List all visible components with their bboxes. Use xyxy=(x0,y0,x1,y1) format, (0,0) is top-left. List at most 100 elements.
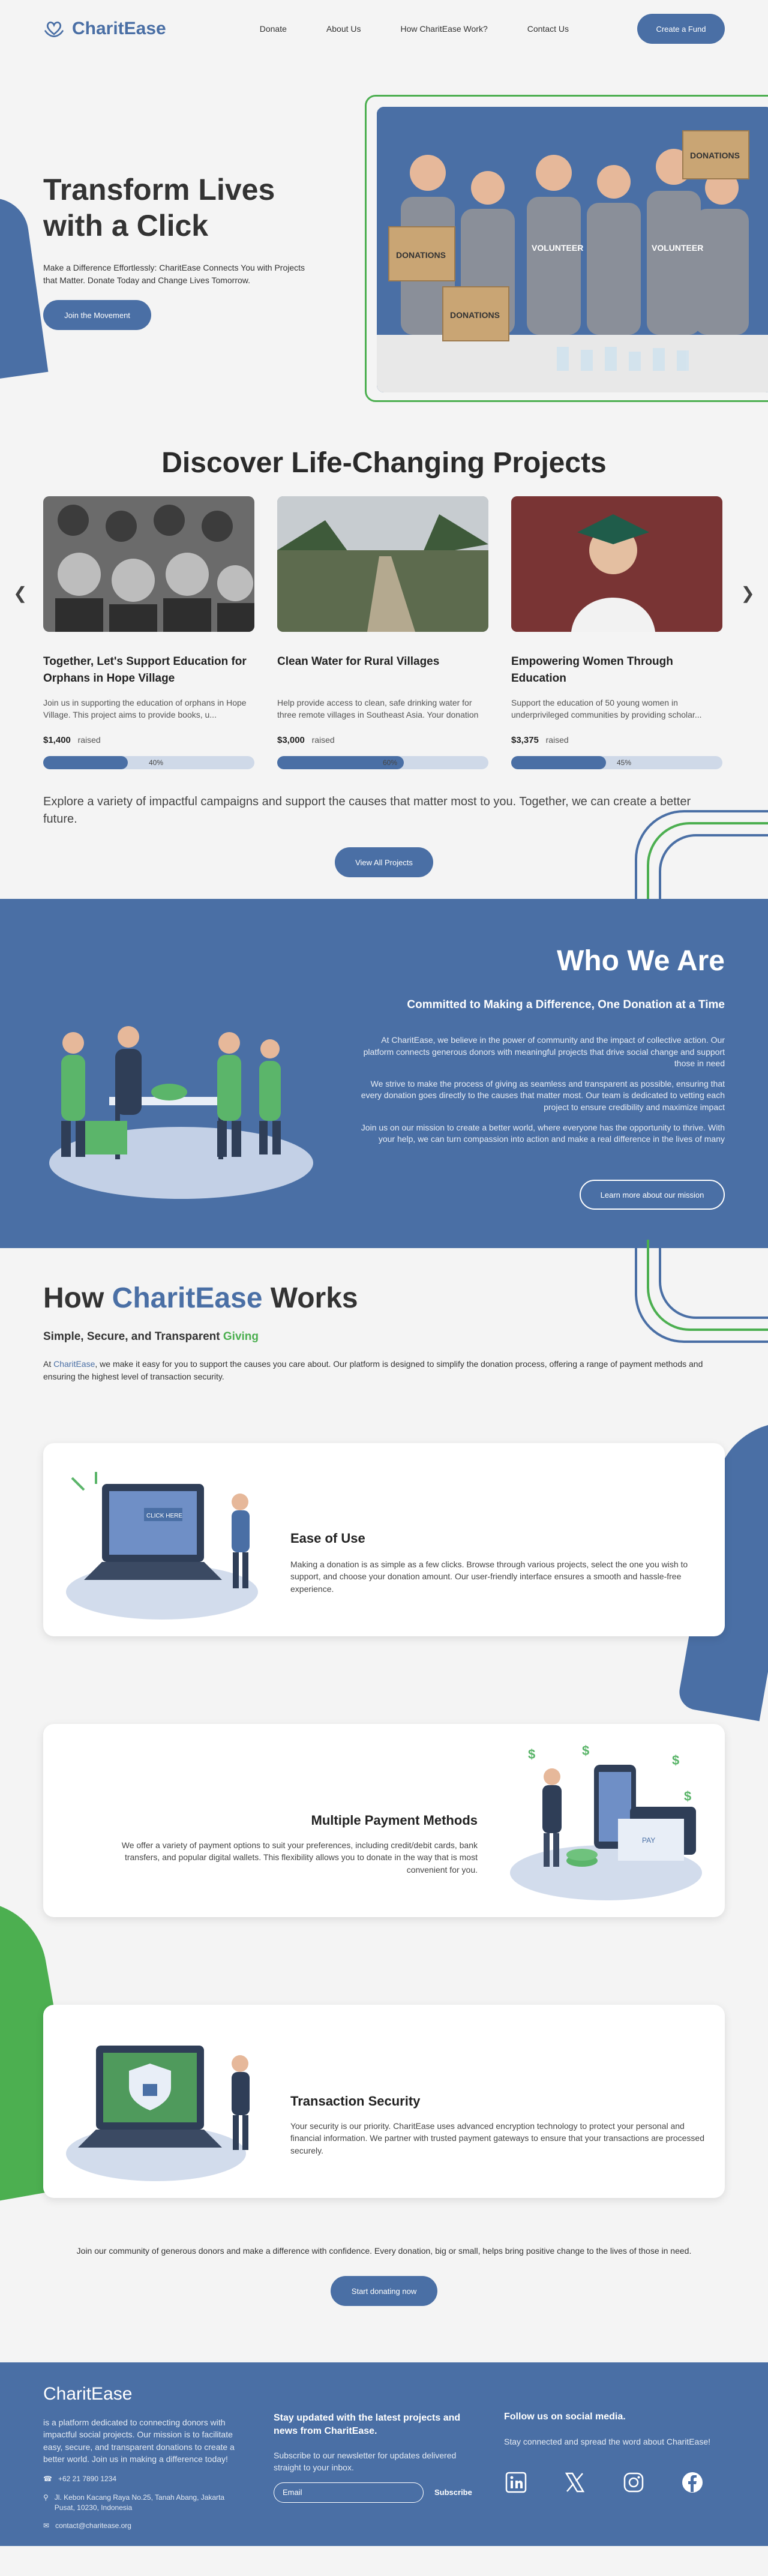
donations-label-1: DONATIONS xyxy=(396,250,446,260)
mail-icon: ✉ xyxy=(43,2521,50,2530)
project-description: Support the education of 50 young women … xyxy=(511,698,702,720)
start-donating-button[interactable]: Start donating now xyxy=(331,2276,437,2306)
feature-card-ease-of-use: CLICK HERE Ease of Use Making a donation… xyxy=(43,1443,725,1636)
nav-donate[interactable]: Donate xyxy=(260,24,287,34)
newsletter-text: Subscribe to our newsletter for updates … xyxy=(274,2451,457,2473)
learn-more-mission-button[interactable]: Learn more about our mission xyxy=(580,1180,725,1210)
hero-volunteers-image: DONATIONS DONATIONS DONATIONS VOLUNTEER … xyxy=(377,107,768,392)
address-text: Jl. Kebon Kacang Raya No.25, Tanah Abang… xyxy=(54,2493,225,2512)
project-description: Join us in supporting the education of o… xyxy=(43,698,247,720)
footer-address: ⚲ Jl. Kebon Kacang Raya No.25, Tanah Aban… xyxy=(43,2493,235,2513)
project-image-women-education xyxy=(511,496,722,632)
project-description: Help provide access to clean, safe drink… xyxy=(277,698,479,720)
logo[interactable]: CharitEase xyxy=(43,18,166,40)
phone-text: +62 21 7890 1234 xyxy=(58,2475,117,2483)
join-community-text: Join our community of generous donors an… xyxy=(76,2246,692,2256)
facebook-icon[interactable] xyxy=(680,2470,704,2494)
footer-phone[interactable]: ☎ +62 21 7890 1234 xyxy=(43,2474,235,2484)
nav-contact-us[interactable]: Contact Us xyxy=(527,24,569,34)
how-intro: At CharitEase, we make it easy for you t… xyxy=(43,1358,703,1383)
project-title: Empowering Women Through Education xyxy=(511,655,673,685)
feature-card-payment-methods: Multiple Payment Methods We offer a vari… xyxy=(43,1724,725,1917)
newsletter-title: Stay updated with the latest projects an… xyxy=(274,2413,461,2436)
linkedin-icon[interactable] xyxy=(504,2470,528,2494)
phone-icon: ☎ xyxy=(43,2475,52,2483)
how-title-suffix: Works xyxy=(270,1282,358,1314)
raised-label: raised xyxy=(311,735,335,745)
project-image-clean-water xyxy=(277,496,488,632)
footer-email[interactable]: ✉ contact@charitease.org xyxy=(43,2521,235,2531)
team-illustration xyxy=(49,1026,313,1199)
project-card[interactable]: Clean Water for Rural Villages Help prov… xyxy=(277,496,488,769)
footer-brand: CharitEase xyxy=(43,2384,133,2404)
project-title: Together, Let's Support Education for Or… xyxy=(43,655,247,685)
project-image-orphans xyxy=(43,496,254,632)
funding-progress-bar: 40% xyxy=(43,756,254,769)
how-intro-rest: , we make it easy for you to support the… xyxy=(43,1359,703,1381)
social-title: Follow us on social media. xyxy=(504,2412,626,2422)
decor-rings xyxy=(635,810,768,913)
feature-title: Multiple Payment Methods xyxy=(311,1813,478,1828)
laptop-click-illustration: CLICK HERE xyxy=(66,1472,258,1620)
who-subtitle: Committed to Making a Difference, One Do… xyxy=(407,998,725,1011)
who-description: At CharitEase, we believe in the power o… xyxy=(353,1034,725,1154)
donations-label-3: DONATIONS xyxy=(690,151,740,160)
nav-how-it-works[interactable]: How CharitEase Work? xyxy=(401,24,488,34)
project-card[interactable]: Empowering Women Through Education Suppo… xyxy=(511,496,722,769)
project-cards: Together, Let's Support Education for Or… xyxy=(43,496,725,769)
how-title-brand: CharitEase xyxy=(112,1282,263,1314)
raised-label: raised xyxy=(545,735,569,745)
svg-text:$: $ xyxy=(582,1743,589,1758)
svg-text:$: $ xyxy=(684,1789,691,1804)
newsletter-form: Subscribe xyxy=(274,2482,478,2503)
svg-text:$: $ xyxy=(528,1747,535,1762)
carousel-next-arrow[interactable]: ❯ xyxy=(741,583,755,603)
instagram-icon[interactable] xyxy=(622,2470,646,2494)
funding-progress-bar: 60% xyxy=(277,756,488,769)
who-paragraph: At CharitEase, we believe in the power o… xyxy=(363,1035,725,1069)
nav-about-us[interactable]: About Us xyxy=(326,24,361,34)
volunteer-label-2: VOLUNTEER xyxy=(652,243,703,253)
newsletter-email-input[interactable] xyxy=(274,2482,424,2503)
feature-title: Ease of Use xyxy=(290,1531,365,1546)
newsletter: Stay updated with the latest projects an… xyxy=(274,2412,478,2503)
social-icons xyxy=(504,2470,732,2494)
progress-fill xyxy=(43,756,128,769)
create-fund-button[interactable]: Create a Fund xyxy=(637,14,725,44)
progress-percent: 45% xyxy=(617,758,632,767)
subscribe-button[interactable]: Subscribe xyxy=(434,2488,472,2497)
x-icon[interactable] xyxy=(563,2470,587,2494)
volunteer-label-1: VOLUNTEER xyxy=(532,243,583,253)
footer-contact: ☎ +62 21 7890 1234 ⚲ Jl. Kebon Kacang Raya… xyxy=(43,2474,235,2539)
who-we-are-section: Who We Are Committed to Making a Differe… xyxy=(0,899,768,1248)
join-movement-button[interactable]: Join the Movement xyxy=(43,300,151,330)
click-here-label: CLICK HERE xyxy=(146,1513,182,1519)
nav-links: Donate About Us How CharitEase Work? Con… xyxy=(260,24,569,34)
progress-percent: 60% xyxy=(383,758,398,767)
feature-text: We offer a variety of payment options to… xyxy=(121,1840,478,1875)
who-paragraph: We strive to make the process of giving … xyxy=(361,1078,725,1112)
raised-amount: $1,400 xyxy=(43,735,71,745)
location-pin-icon: ⚲ xyxy=(43,2493,49,2502)
how-intro-brand: CharitEase xyxy=(53,1359,95,1369)
raised-label: raised xyxy=(77,735,101,745)
project-card[interactable]: Together, Let's Support Education for Or… xyxy=(43,496,254,769)
projects-title: Discover Life-Changing Projects xyxy=(161,447,607,479)
carousel-prev-arrow[interactable]: ❮ xyxy=(13,583,27,603)
view-all-projects-button[interactable]: View All Projects xyxy=(335,847,433,877)
raised-amount: $3,375 xyxy=(511,735,539,745)
email-text: contact@charitease.org xyxy=(55,2521,131,2530)
project-raised: $1,400 raised xyxy=(43,735,254,745)
how-it-works-section: How CharitEase Works Simple, Secure, and… xyxy=(0,1240,768,2306)
navbar: CharitEase Donate About Us How CharitEas… xyxy=(0,0,768,58)
how-title-prefix: How xyxy=(43,1282,104,1314)
who-paragraph: Join us on our mission to create a bette… xyxy=(361,1122,725,1144)
footer-about: is a platform dedicated to connecting do… xyxy=(43,2418,235,2464)
logo-text: CharitEase xyxy=(72,19,166,38)
feature-card-transaction-security: Transaction Security Your security is ou… xyxy=(43,2005,725,2198)
progress-fill xyxy=(511,756,607,769)
hero-decor-blob xyxy=(0,193,49,380)
feature-text: Your security is our priority. CharitEas… xyxy=(290,2121,704,2155)
heart-hands-icon xyxy=(44,21,64,37)
feature-text: Making a donation is as simple as a few … xyxy=(290,1560,688,1594)
